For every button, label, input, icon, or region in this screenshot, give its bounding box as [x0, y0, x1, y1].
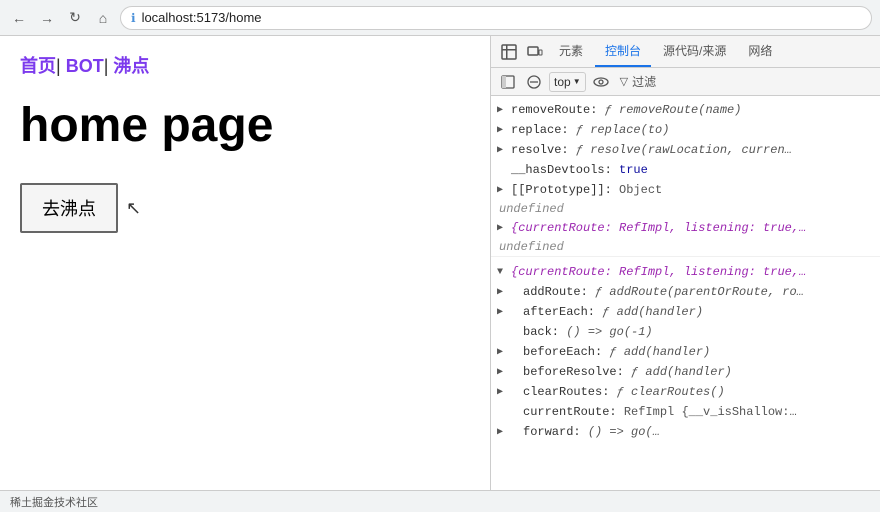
sep1: | — [56, 56, 61, 76]
console-line: replace: ƒ replace(to) — [491, 120, 880, 140]
devtools-toolbar: top ▼ ▽ 过滤 — [491, 68, 880, 96]
cursor-indicator: ↖ — [126, 198, 141, 219]
console-line: [[Prototype]]: Object — [491, 180, 880, 200]
forward-button[interactable]: → — [36, 7, 58, 29]
console-undefined: undefined — [491, 238, 880, 256]
tab-elements[interactable]: 元素 — [549, 36, 593, 67]
inspect-icon-tab[interactable] — [497, 40, 521, 64]
console-line: afterEach: ƒ add(handler) — [491, 302, 880, 322]
console-line: __hasDevtools: true — [491, 160, 880, 180]
tab-sources[interactable]: 源代码/来源 — [653, 36, 736, 67]
filter-area: ▽ 过滤 — [620, 73, 656, 90]
console-output[interactable]: removeRoute: ƒ removeRoute(name) replace… — [491, 96, 880, 490]
console-line: beforeEach: ƒ add(handler) — [491, 342, 880, 362]
go-boiling-button[interactable]: 去沸点 — [20, 183, 118, 233]
top-context-selector[interactable]: top ▼ — [549, 72, 586, 92]
eye-button[interactable] — [590, 71, 612, 93]
console-line: removeRoute: ƒ removeRoute(name) — [491, 100, 880, 120]
devtools-tabs: 元素 控制台 源代码/来源 网络 — [491, 36, 880, 68]
statusbar: 稀土掘金技术社区 — [0, 490, 880, 512]
console-line: currentRoute: RefImpl {__v_isShallow:… — [491, 402, 880, 422]
tab-console[interactable]: 控制台 — [595, 36, 651, 67]
boiling-link[interactable]: 沸点 — [113, 56, 149, 76]
sep2: | — [104, 56, 109, 76]
console-line: beforeResolve: ƒ add(handler) — [491, 362, 880, 382]
filter-icon: ▽ — [620, 75, 628, 88]
page-title: home page — [20, 98, 470, 153]
reload-button[interactable]: ↻ — [64, 7, 86, 29]
page-content: 首页| BOT| 沸点 home page 去沸点 ↖ — [0, 36, 490, 490]
devtools-panel: 元素 控制台 源代码/来源 网络 — [490, 36, 880, 490]
console-line: back: () => go(-1) — [491, 322, 880, 342]
responsive-icon-tab[interactable] — [523, 40, 547, 64]
browser-chrome: ← → ↻ ⌂ ℹ localhost:5173/home — [0, 0, 880, 36]
console-line: forward: () => go(… — [491, 422, 880, 442]
console-line: clearRoutes: ƒ clearRoutes() — [491, 382, 880, 402]
console-line: {currentRoute: RefImpl, listening: true,… — [491, 218, 880, 238]
console-line: {currentRoute: RefImpl, listening: true,… — [491, 262, 880, 282]
chevron-down-icon: ▼ — [573, 77, 581, 86]
main-area: 首页| BOT| 沸点 home page 去沸点 ↖ — [0, 36, 880, 490]
back-button[interactable]: ← — [8, 7, 30, 29]
home-link[interactable]: 首页 — [20, 56, 56, 76]
statusbar-text: 稀土掘金技术社区 — [10, 494, 98, 510]
console-line: resolve: ƒ resolve(rawLocation, curren… — [491, 140, 880, 160]
console-undefined: undefined — [491, 200, 880, 218]
url-text: localhost:5173/home — [142, 10, 262, 25]
bot-link[interactable]: BOT — [66, 56, 104, 76]
address-bar[interactable]: ℹ localhost:5173/home — [120, 6, 872, 30]
clear-console-button[interactable] — [523, 71, 545, 93]
nav-links: 首页| BOT| 沸点 — [20, 52, 470, 78]
lock-icon: ℹ — [131, 11, 136, 25]
tab-network[interactable]: 网络 — [738, 36, 782, 67]
sidebar-toggle-button[interactable] — [497, 71, 519, 93]
home-button[interactable]: ⌂ — [92, 7, 114, 29]
console-line: addRoute: ƒ addRoute(parentOrRoute, ro… — [491, 282, 880, 302]
